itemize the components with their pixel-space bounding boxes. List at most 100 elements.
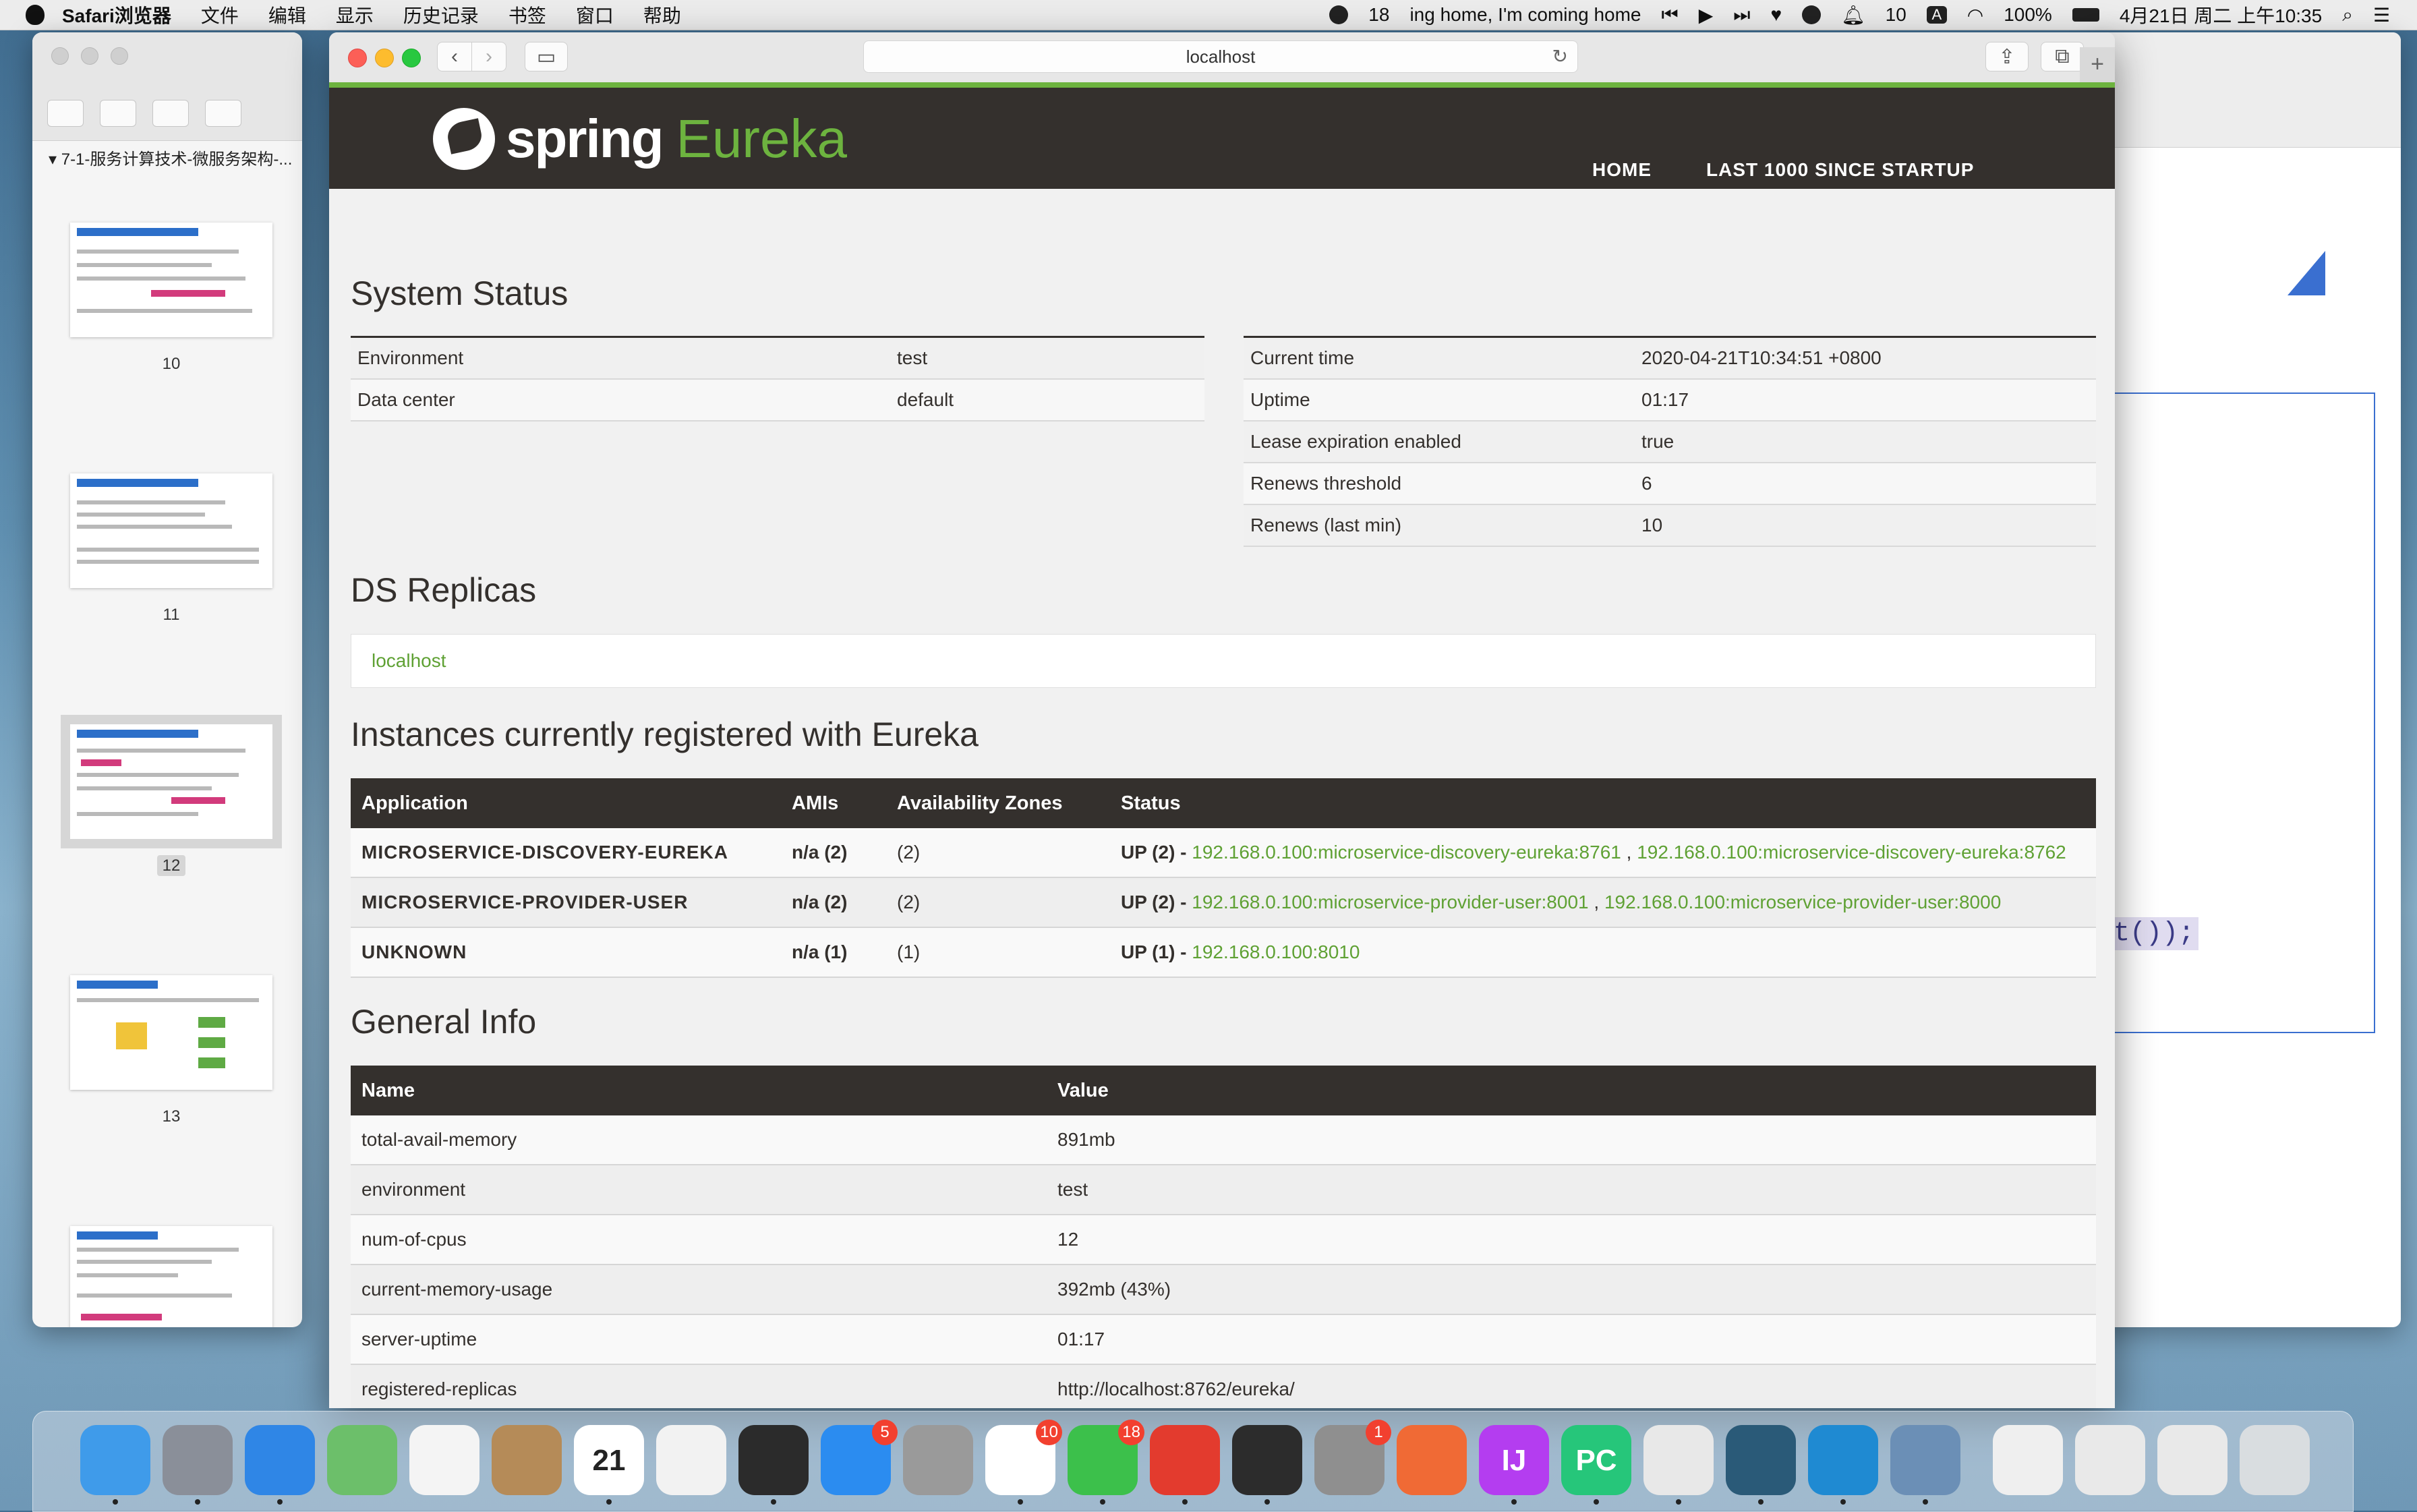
page-thumbnail[interactable]: 14 — [70, 1226, 272, 1327]
chrome-dock-icon[interactable] — [1643, 1425, 1714, 1505]
status-value: default — [890, 378, 1204, 421]
menu-edit[interactable]: 编辑 — [268, 1, 306, 28]
activity-monitor-dock-icon[interactable] — [1232, 1425, 1302, 1505]
menu-app-name[interactable]: Safari浏览器 — [62, 1, 171, 28]
screenshot-1-dock-icon[interactable] — [2075, 1425, 2145, 1495]
wechat-count: 18 — [1368, 4, 1390, 25]
forward-button[interactable]: › — [471, 42, 506, 71]
status-key: Renews (last min) — [1244, 504, 1635, 547]
back-button[interactable]: ‹ — [437, 42, 472, 71]
nav-home-link[interactable]: HOME — [1592, 159, 1652, 181]
status-key: Lease expiration enabled — [1244, 420, 1635, 463]
close-button[interactable] — [348, 49, 367, 67]
amis-value: n/a (1) — [781, 927, 886, 978]
menu-window[interactable]: 窗口 — [576, 1, 614, 28]
netease-music-dock-icon[interactable] — [1150, 1425, 1220, 1505]
notification-bell-icon[interactable]: 🔔︎ — [1841, 4, 1865, 26]
finder-dock-icon[interactable] — [80, 1425, 150, 1505]
safari-window: ‹ › ▭ localhost ↻ ⇪ ⧉ + spring Eureka HO… — [329, 32, 2115, 1408]
launchpad-dock-icon[interactable] — [163, 1425, 233, 1505]
zoom-in-icon[interactable] — [152, 100, 189, 127]
terminal-dock-icon[interactable] — [738, 1425, 809, 1505]
page-thumbnail-selected[interactable]: 12 — [61, 715, 282, 876]
new-tab-button[interactable]: + — [2080, 47, 2115, 82]
dock-icon-label: IJ — [1501, 1444, 1527, 1477]
chevron-right-icon: › — [486, 45, 492, 67]
reload-icon[interactable]: ↻ — [1552, 41, 1568, 72]
photos-dock-icon[interactable] — [409, 1425, 479, 1495]
sidebar-button[interactable]: ▭ — [525, 42, 568, 71]
minimize-button[interactable] — [375, 49, 394, 67]
amis-value: n/a (2) — [781, 877, 886, 928]
menu-datetime[interactable]: 4月21日 周二 上午10:35 — [2120, 1, 2322, 28]
zones-value: (2) — [886, 877, 1110, 928]
replica-link[interactable]: localhost — [372, 650, 446, 671]
battery-icon[interactable] — [2072, 8, 2099, 22]
share-button[interactable]: ⇪ — [1985, 42, 2029, 71]
zones-value: (1) — [886, 927, 1110, 978]
mysql-workbench-dock-icon[interactable] — [1726, 1425, 1796, 1505]
next-track-icon[interactable]: ⏭ — [1733, 4, 1750, 26]
menu-help[interactable]: 帮助 — [643, 1, 681, 28]
instance-link[interactable]: 192.168.0.100:microservice-discovery-eur… — [1192, 842, 1621, 863]
system-preferences-dock-icon[interactable]: 1 — [1314, 1420, 1391, 1495]
menu-view[interactable]: 显示 — [336, 1, 374, 28]
sidebar-toggle-icon[interactable] — [47, 100, 84, 127]
wechat-icon[interactable] — [1329, 5, 1349, 24]
share-icon[interactable] — [205, 100, 241, 127]
heart-icon[interactable]: ♥ — [1770, 4, 1782, 26]
page-thumbnail[interactable]: 10 — [70, 223, 272, 374]
menu-list-icon[interactable]: ☰ — [2373, 4, 2390, 26]
fullscreen-button[interactable] — [402, 49, 421, 67]
calculator-dock-icon[interactable] — [903, 1425, 973, 1495]
menu-bookmarks[interactable]: 书签 — [508, 1, 546, 28]
page-thumbnail[interactable]: 13 — [70, 975, 272, 1126]
nav-last-1000-link[interactable]: LAST 1000 SINCE STARTUP — [1706, 159, 1974, 181]
zoom-out-icon[interactable] — [100, 100, 136, 127]
document-title[interactable]: ▾ 7-1-服务计算技术-微服务架构-... — [49, 146, 302, 169]
screenshot-2-dock-icon[interactable] — [2157, 1425, 2227, 1495]
spring-eureka-logo[interactable]: spring Eureka — [433, 108, 847, 170]
intellij-dock-icon[interactable]: IJ — [1479, 1425, 1549, 1505]
postman-dock-icon[interactable] — [1397, 1425, 1467, 1495]
wechat-dock-icon[interactable]: 18 — [1068, 1420, 1144, 1505]
contacts-dock-icon[interactable] — [492, 1425, 562, 1495]
menu-file[interactable]: 文件 — [201, 1, 239, 28]
preview-zoom-button[interactable] — [111, 47, 128, 65]
qq-dock-icon[interactable]: 10 — [985, 1420, 1062, 1505]
input-method-icon[interactable]: A — [1926, 6, 1947, 24]
calendar-dock-icon[interactable]: 21 — [574, 1425, 644, 1505]
address-bar[interactable]: localhost ↻ — [863, 40, 1578, 73]
pycharm-dock-icon[interactable]: PC — [1561, 1425, 1631, 1505]
running-indicator — [1758, 1499, 1764, 1505]
sidebar-icon: ▭ — [536, 45, 556, 68]
vscode-dock-icon[interactable] — [1808, 1425, 1878, 1505]
tabs-overview-button[interactable]: ⧉ — [2041, 42, 2084, 71]
play-icon[interactable]: ▶ — [1699, 4, 1714, 26]
app-store-dock-icon[interactable]: 5 — [821, 1420, 898, 1495]
preview-dock-icon[interactable] — [1890, 1425, 1960, 1505]
page-thumbnail[interactable]: 11 — [70, 473, 272, 624]
menu-history[interactable]: 历史记录 — [403, 1, 479, 28]
status-row: Environment test — [351, 336, 1204, 379]
textedit-dock-icon[interactable] — [656, 1425, 726, 1495]
safari-dock-icon[interactable] — [245, 1425, 315, 1505]
apple-icon[interactable] — [26, 5, 45, 25]
now-playing-text[interactable]: ing home, I'm coming home — [1409, 4, 1641, 26]
maps-dock-icon[interactable] — [327, 1425, 397, 1495]
info-name: server-uptime — [351, 1314, 1047, 1365]
instance-link[interactable]: 192.168.0.100:microservice-provider-user… — [1192, 892, 1588, 912]
preview-minimize-button[interactable] — [81, 47, 98, 65]
previous-track-icon[interactable]: ⏮ — [1662, 4, 1679, 26]
trash-dock-icon[interactable] — [2240, 1425, 2310, 1495]
spotlight-search-icon[interactable]: ⌕ — [2342, 4, 2353, 26]
netease-status-icon[interactable] — [1802, 5, 1822, 24]
zip-file-dock-icon[interactable] — [1993, 1425, 2063, 1495]
status-value: 2020-04-21T10:34:51 +0800 — [1635, 336, 2096, 379]
wifi-icon[interactable]: ◠ — [1967, 4, 1983, 26]
instance-link[interactable]: 192.168.0.100:microservice-provider-user… — [1604, 892, 2001, 912]
instance-link[interactable]: 192.168.0.100:microservice-discovery-eur… — [1637, 842, 2066, 863]
info-row: registered-replicas http://localhost:8762… — [351, 1364, 2096, 1408]
instance-link[interactable]: 192.168.0.100:8010 — [1192, 941, 1360, 962]
preview-close-button[interactable] — [51, 47, 69, 65]
